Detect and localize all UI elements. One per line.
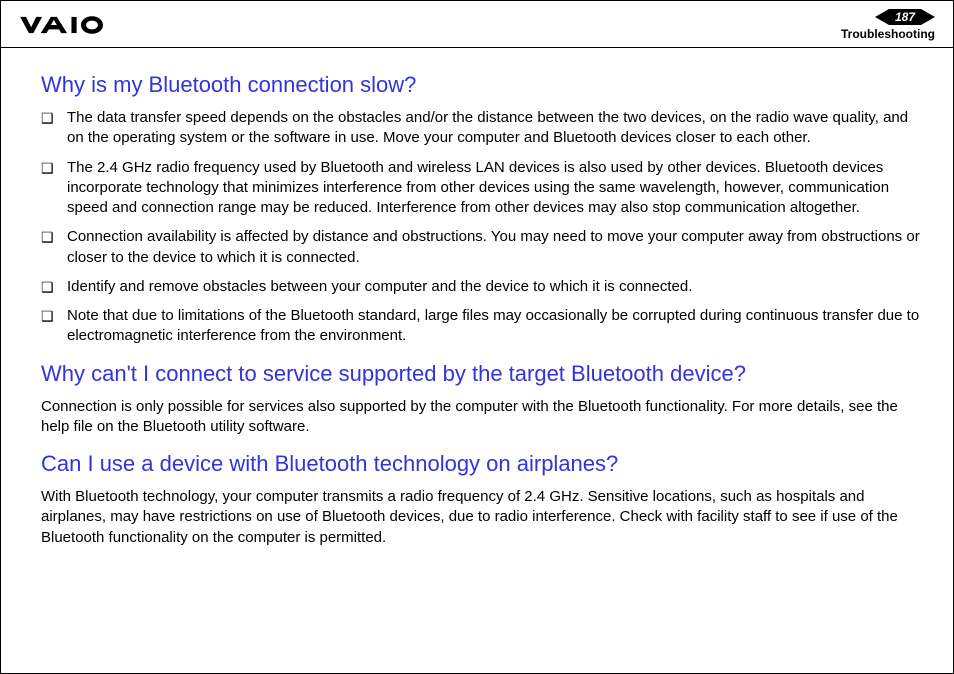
list-item: The data transfer speed depends on the o… [41,108,925,149]
vaio-logo [15,14,125,36]
bullet-list: The data transfer speed depends on the o… [41,108,925,347]
list-item: Note that due to limitations of the Blue… [41,306,925,347]
section-label: Troubleshooting [841,27,935,41]
next-page-arrow-icon[interactable] [921,9,935,25]
page-content: Why is my Bluetooth connection slow? The… [1,48,953,582]
list-item: The 2.4 GHz radio frequency used by Blue… [41,158,925,219]
section-heading: Why is my Bluetooth connection slow? [41,72,925,98]
page-indicator: 187 [875,9,935,25]
page-number: 187 [889,9,921,25]
body-paragraph: Connection is only possible for services… [41,397,925,438]
page-header: 187 Troubleshooting [1,1,953,48]
body-paragraph: With Bluetooth technology, your computer… [41,487,925,548]
list-item: Connection availability is affected by d… [41,227,925,268]
prev-page-arrow-icon[interactable] [875,9,889,25]
section-heading: Why can't I connect to service supported… [41,361,925,387]
list-item: Identify and remove obstacles between yo… [41,277,925,297]
section-heading: Can I use a device with Bluetooth techno… [41,451,925,477]
header-right: 187 Troubleshooting [841,9,935,41]
